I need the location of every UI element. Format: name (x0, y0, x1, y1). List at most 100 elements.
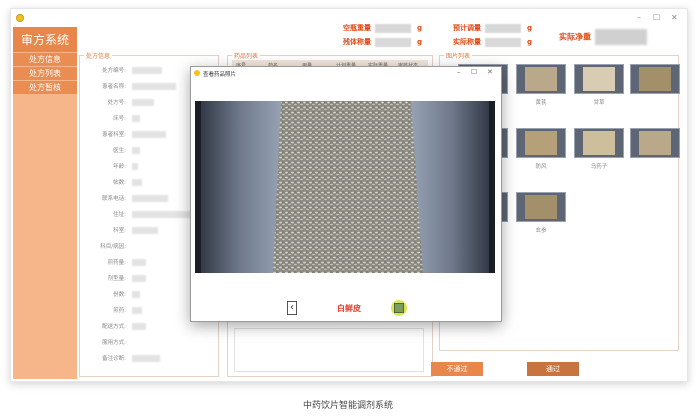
field-label: 配送方式: (102, 324, 126, 330)
stat-value-blur (485, 23, 521, 33)
herb-thumbnail[interactable] (630, 64, 680, 94)
field-label: 帖数: (113, 180, 126, 186)
herb-thumbnail[interactable] (516, 128, 566, 158)
field-value-blur (132, 323, 146, 330)
herb-thumbnail[interactable] (516, 64, 566, 94)
maximize-icon[interactable]: ☐ (653, 13, 660, 22)
app-title: 审方系统 (13, 27, 77, 52)
stat-label: 预计调量 (453, 24, 481, 32)
field-label: 份数: (113, 292, 126, 298)
field-value-blur (132, 275, 146, 282)
field-label: 处方编号: (102, 68, 126, 74)
herb-photo (195, 101, 495, 273)
field-value-blur (132, 115, 140, 122)
stage: – ☐ ✕ 审方系统 处方信息 处方列表 处方暂核 空瓶重量 g 预计调量 g 残体… (0, 0, 696, 420)
sidebar-item-prescription-info[interactable]: 处方信息 (13, 53, 77, 66)
herb-thumbnail-label: 防风 (535, 164, 547, 170)
stat-empty-bottle: 空瓶重量 g (343, 23, 422, 33)
field-value-blur (132, 99, 154, 106)
stat-value-blur (485, 37, 521, 47)
herb-bed (525, 195, 557, 219)
sidebar-item-prescription-list[interactable]: 处方列表 (13, 67, 77, 80)
herb-photo-image (195, 101, 495, 273)
herb-bed (525, 131, 557, 155)
field-label: 煎药量: (107, 260, 126, 266)
field-label: 科目/病因: (100, 244, 126, 250)
thumbnail-icon[interactable] (394, 303, 404, 313)
field-label: 住址: (113, 212, 126, 218)
field-value-blur (132, 147, 140, 154)
stat-label: 实际净重 (559, 32, 591, 42)
app-logo-icon (16, 14, 24, 22)
stat-unit: g (527, 38, 533, 46)
field-label: 服用方式: (102, 340, 126, 346)
field-value-blur (132, 83, 176, 90)
approve-button[interactable]: 通过 (527, 362, 579, 376)
chevron-left-icon[interactable]: ‹ (287, 301, 297, 315)
photo-dialog: 查看药品照片 – ☐ ✕ ‹ 白鲜皮 (190, 66, 502, 322)
panel-title: 药品列表 (232, 51, 261, 60)
herb-bed (525, 67, 557, 91)
minimize-icon[interactable]: – (637, 13, 641, 22)
field-label: 床号: (113, 116, 126, 122)
herb-bed (639, 131, 671, 155)
stat-actual: 实际称量 g (453, 37, 532, 47)
field-label: 备注诊断: (102, 356, 126, 362)
field-value-blur (132, 307, 142, 314)
field-value-blur (132, 163, 138, 170)
minimize-icon[interactable]: – (457, 68, 461, 76)
herb-thumbnail-label: 甘草 (593, 100, 605, 106)
stat-value-blur (375, 37, 411, 47)
stat-residual: 残体称量 g (343, 37, 422, 47)
herb-thumbnail[interactable] (574, 128, 624, 158)
herb-thumbnail[interactable] (630, 128, 680, 158)
field-value-blur (132, 291, 140, 298)
field-label: 剂型量: (107, 276, 126, 282)
field-value-blur (132, 131, 166, 138)
field-value-blur (132, 259, 146, 266)
herb-thumbnail[interactable] (574, 64, 624, 94)
herb-bed (639, 67, 671, 91)
field-label: 科室: (113, 228, 126, 234)
field-label: 患者名称: (102, 84, 126, 90)
panel-title: 处方信息 (84, 51, 113, 60)
stat-expected: 预计调量 g (453, 23, 532, 33)
figure-caption: 中药饮片智能调剂系统 (302, 401, 393, 411)
stat-unit: g (417, 38, 423, 46)
field-value-blur (132, 195, 168, 202)
herb-bed (583, 67, 615, 91)
stat-net-weight: 实际净重 (559, 29, 647, 45)
drug-table-body (234, 328, 424, 372)
stat-label: 实际称量 (453, 38, 481, 46)
field-label: 煎药: (113, 308, 126, 314)
app-logo-icon (194, 70, 200, 76)
field-label: 处方号: (107, 100, 126, 106)
stat-label: 空瓶重量 (343, 24, 371, 32)
herb-thumbnail-label: 黄芪 (535, 100, 547, 106)
sidebar: 审方系统 处方信息 处方列表 处方暂核 (13, 27, 77, 379)
field-label: 医生: (113, 148, 126, 154)
sidebar-item-prescription-hold[interactable]: 处方暂核 (13, 81, 77, 94)
stat-value-blur (375, 23, 411, 33)
stat-label: 残体称量 (343, 38, 371, 46)
herb-thumbnail-label: 玄参 (535, 228, 547, 234)
close-icon[interactable]: ✕ (671, 13, 678, 22)
field-label: 患者科室: (102, 132, 126, 138)
field-label: 年龄: (113, 164, 126, 170)
herb-thumbnail-label: 乌药子 (590, 164, 608, 170)
field-value-blur (132, 67, 162, 74)
panel-title: 图片列表 (444, 51, 473, 60)
herb-thumbnail[interactable] (516, 192, 566, 222)
stat-unit: g (527, 24, 533, 32)
herb-bed (583, 131, 615, 155)
field-label: 联系电话: (102, 196, 126, 202)
stat-unit: g (417, 24, 423, 32)
stat-value-blur (595, 29, 647, 45)
field-value-blur (132, 355, 160, 362)
reject-button[interactable]: 不通过 (431, 362, 483, 376)
field-value-blur (132, 227, 158, 234)
dialog-title: 查看药品照片 (203, 72, 237, 78)
field-value-blur (132, 179, 142, 186)
close-icon[interactable]: ✕ (487, 68, 493, 76)
maximize-icon[interactable]: ☐ (471, 68, 477, 76)
